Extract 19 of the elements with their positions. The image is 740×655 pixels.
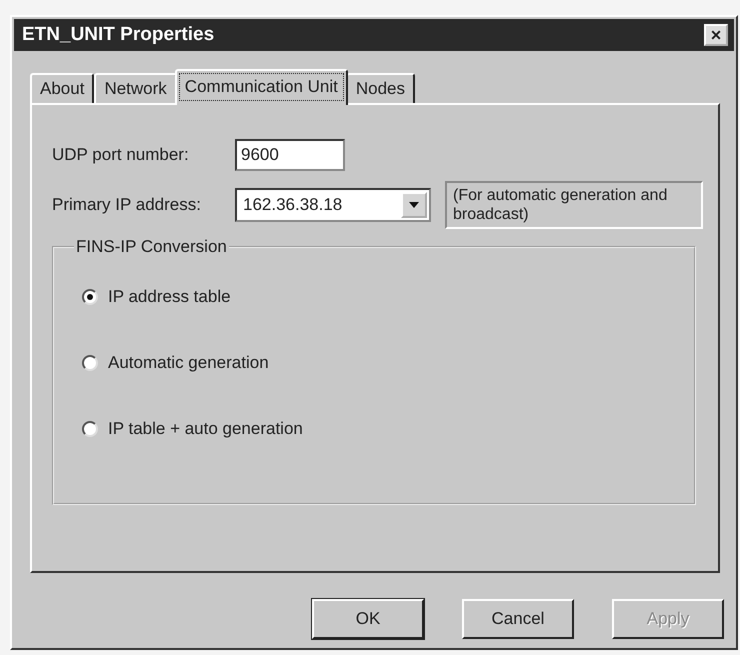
dialog-button[interactable]: OK — [312, 599, 424, 639]
tab[interactable]: Nodes — [346, 73, 415, 103]
radio-option[interactable]: Automatic generation — [82, 353, 269, 373]
dialog-button[interactable]: Cancel — [462, 599, 574, 639]
input-field[interactable]: 9600 — [235, 139, 345, 171]
hint-text: (For automatic generation and broadcast) — [445, 181, 703, 229]
dropdown-button[interactable] — [401, 192, 427, 218]
field-label: Primary IP address: — [52, 195, 202, 215]
caret-icon — [409, 202, 419, 208]
tab[interactable]: Network — [94, 73, 177, 103]
dropdown-field[interactable]: 162.36.38.18 — [235, 188, 431, 222]
field-label: UDP port number: — [52, 145, 190, 165]
window-title: ETN_UNIT Properties — [22, 24, 214, 46]
radio-option[interactable]: IP address table — [82, 287, 231, 307]
tab[interactable]: Communication Unit — [174, 69, 348, 105]
tab[interactable]: About — [30, 73, 94, 103]
group-title: FINS-IP Conversion — [75, 237, 228, 257]
close-button[interactable]: × — [704, 24, 728, 46]
radio-option[interactable]: IP table + auto generation — [82, 419, 303, 439]
